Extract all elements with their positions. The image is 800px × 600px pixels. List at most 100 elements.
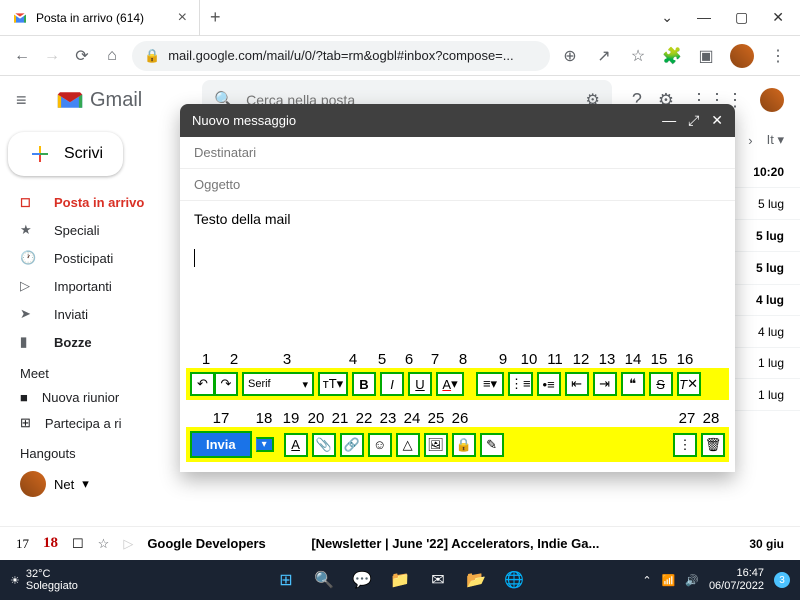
chevron-up-icon[interactable]: ⌃ [642, 574, 651, 587]
image-button[interactable]: 🖼 [424, 433, 448, 457]
indent-less-button[interactable]: ⇤ [565, 372, 589, 396]
send-options-button[interactable]: ▾ [256, 437, 274, 452]
important-icon[interactable]: ▷ [123, 536, 133, 552]
clear-format-button[interactable]: T✕ [677, 372, 701, 396]
subject-field[interactable]: Oggetto [180, 169, 735, 201]
share-icon[interactable]: ↗ [594, 46, 614, 66]
close-icon[interactable]: × [178, 9, 187, 27]
text-color-button[interactable]: A▾ [436, 372, 464, 396]
clock[interactable]: 16:47 06/07/2022 [709, 567, 764, 593]
send-button[interactable]: Invia [190, 431, 252, 458]
volume-icon[interactable]: 🔊 [685, 574, 699, 587]
chevron-down-icon[interactable]: ⌄ [661, 9, 673, 26]
close-icon[interactable]: ✕ [711, 112, 723, 129]
font-size-button[interactable]: тT▾ [318, 372, 348, 396]
numbered-list-button[interactable]: ⋮≡ [508, 372, 533, 396]
underline-button[interactable]: U [408, 372, 432, 396]
hangouts-user[interactable]: Net ▾ [8, 465, 172, 503]
mail-icon[interactable]: ✉ [424, 566, 452, 594]
notification-badge[interactable]: 3 [774, 572, 790, 588]
search-icon[interactable]: 🔍 [310, 566, 338, 594]
tab-title: Posta in arrivo (614) [36, 11, 170, 25]
join-meeting-button[interactable]: ⊞Partecipa a ri [8, 410, 172, 436]
drive-button[interactable]: △ [396, 433, 420, 457]
menu-icon[interactable]: ≡ [16, 90, 36, 111]
recipients-field[interactable]: Destinatari [180, 137, 735, 169]
gmail-icon [12, 10, 28, 26]
discard-button[interactable]: 🗑 [701, 433, 725, 457]
chrome-icon[interactable]: 🌐 [500, 566, 528, 594]
content-area: ☐ ⟳ ⋮ ‹ › It ▾ re..10:20 b..5 lug tc..5 … [180, 124, 800, 560]
browser-tab[interactable]: Posta in arrivo (614) × [0, 0, 200, 36]
back-button[interactable]: ← [12, 46, 32, 66]
new-meeting-button[interactable]: ■Nuova riunior [8, 385, 172, 410]
account-avatar[interactable] [760, 88, 784, 112]
sidebar-item-drafts[interactable]: ▮Bozze [8, 328, 172, 356]
reload-button[interactable]: ⟳ [72, 46, 92, 66]
folder-icon[interactable]: 📂 [462, 566, 490, 594]
compose-button[interactable]: Scrivi [8, 132, 123, 176]
bullet-list-button[interactable]: •≡ [537, 372, 561, 396]
indent-more-button[interactable]: ⇥ [593, 372, 617, 396]
star-icon[interactable]: ☆ [98, 536, 110, 552]
confidential-button[interactable]: 🔒 [452, 433, 476, 457]
profile-avatar[interactable] [730, 44, 754, 68]
weather-widget[interactable]: ☀ 32°C Soleggiato [10, 568, 78, 592]
sidebar-item-snoozed[interactable]: 🕐Posticipati [8, 244, 172, 272]
strikethrough-button[interactable]: S [649, 372, 673, 396]
quote-button[interactable]: ❝ [621, 372, 645, 396]
compose-header[interactable]: Nuovo messaggio — ⤢ ✕ [180, 104, 735, 137]
undo-button[interactable]: ↶ [190, 372, 214, 396]
grid-icon: ⊞ [20, 415, 31, 431]
url-field[interactable]: 🔒 mail.google.com/mail/u/0/?tab=rm&ogbl#… [132, 41, 550, 71]
checkbox[interactable]: ☐ [72, 536, 84, 552]
forward-button[interactable]: → [42, 46, 62, 66]
sidebar-item-starred[interactable]: ★Speciali [8, 216, 172, 244]
link-button[interactable]: 🔗 [340, 433, 364, 457]
start-button[interactable]: ⊞ [272, 566, 300, 594]
video-icon: ■ [20, 390, 28, 405]
redo-button[interactable]: ↷ [214, 372, 238, 396]
important-icon: ▷ [20, 278, 38, 294]
expand-icon[interactable]: ⤢ [688, 112, 699, 129]
align-button[interactable]: ≡▾ [476, 372, 504, 396]
reader-icon[interactable]: ▣ [696, 46, 716, 66]
mail-row-full[interactable]: 17 18 ☐ ☆ ▷ Google Developers [Newslette… [0, 526, 800, 560]
maximize-button[interactable]: ▢ [735, 9, 748, 26]
inbox-icon: ◻ [20, 194, 38, 210]
extension-icon[interactable]: 🧩 [662, 46, 682, 66]
gmail-logo[interactable]: Gmail [56, 89, 142, 112]
font-select[interactable]: Serif▾ [242, 372, 314, 396]
format-toolbar-2: Invia ▾ A 📎 🔗 ☺ △ 🖼 🔒 ✎ ⋮ 🗑 [186, 427, 729, 462]
attach-button[interactable]: 📎 [312, 433, 336, 457]
signature-button[interactable]: ✎ [480, 433, 504, 457]
sidebar-item-inbox[interactable]: ◻Posta in arrivo [8, 188, 172, 216]
emoji-button[interactable]: ☺ [368, 433, 392, 457]
search-icon[interactable]: ⊕ [560, 46, 580, 66]
clock-icon: 🕐 [20, 250, 38, 266]
italic-button[interactable]: I [380, 372, 404, 396]
new-tab-button[interactable]: + [200, 7, 231, 28]
text-cursor [194, 249, 195, 267]
star-icon[interactable]: ☆ [628, 46, 648, 66]
next-page-button[interactable]: › [748, 133, 752, 148]
explorer-icon[interactable]: 📁 [386, 566, 414, 594]
minimize-button[interactable]: — [697, 9, 711, 26]
home-button[interactable]: ⌂ [102, 46, 122, 66]
input-tools-button[interactable]: It ▾ [767, 132, 784, 148]
wifi-icon[interactable]: 📶 [662, 574, 676, 587]
more-options-button[interactable]: ⋮ [673, 433, 697, 457]
chevron-down-icon[interactable]: ▾ [82, 476, 89, 492]
chat-icon[interactable]: 💬 [348, 566, 376, 594]
sidebar-item-sent[interactable]: ➤Inviati [8, 300, 172, 328]
close-button[interactable]: ✕ [772, 9, 784, 26]
annotation-17: 17 [16, 536, 29, 552]
bold-button[interactable]: B [352, 372, 376, 396]
kebab-icon[interactable]: ⋮ [768, 46, 788, 66]
sidebar-item-important[interactable]: ▷Importanti [8, 272, 172, 300]
compose-body[interactable]: Testo della mail [180, 201, 735, 351]
mail-time: 30 giu [734, 537, 784, 551]
minimize-icon[interactable]: — [662, 112, 676, 129]
meet-section-title: Meet [8, 356, 172, 385]
format-toggle-button[interactable]: A [284, 433, 308, 457]
